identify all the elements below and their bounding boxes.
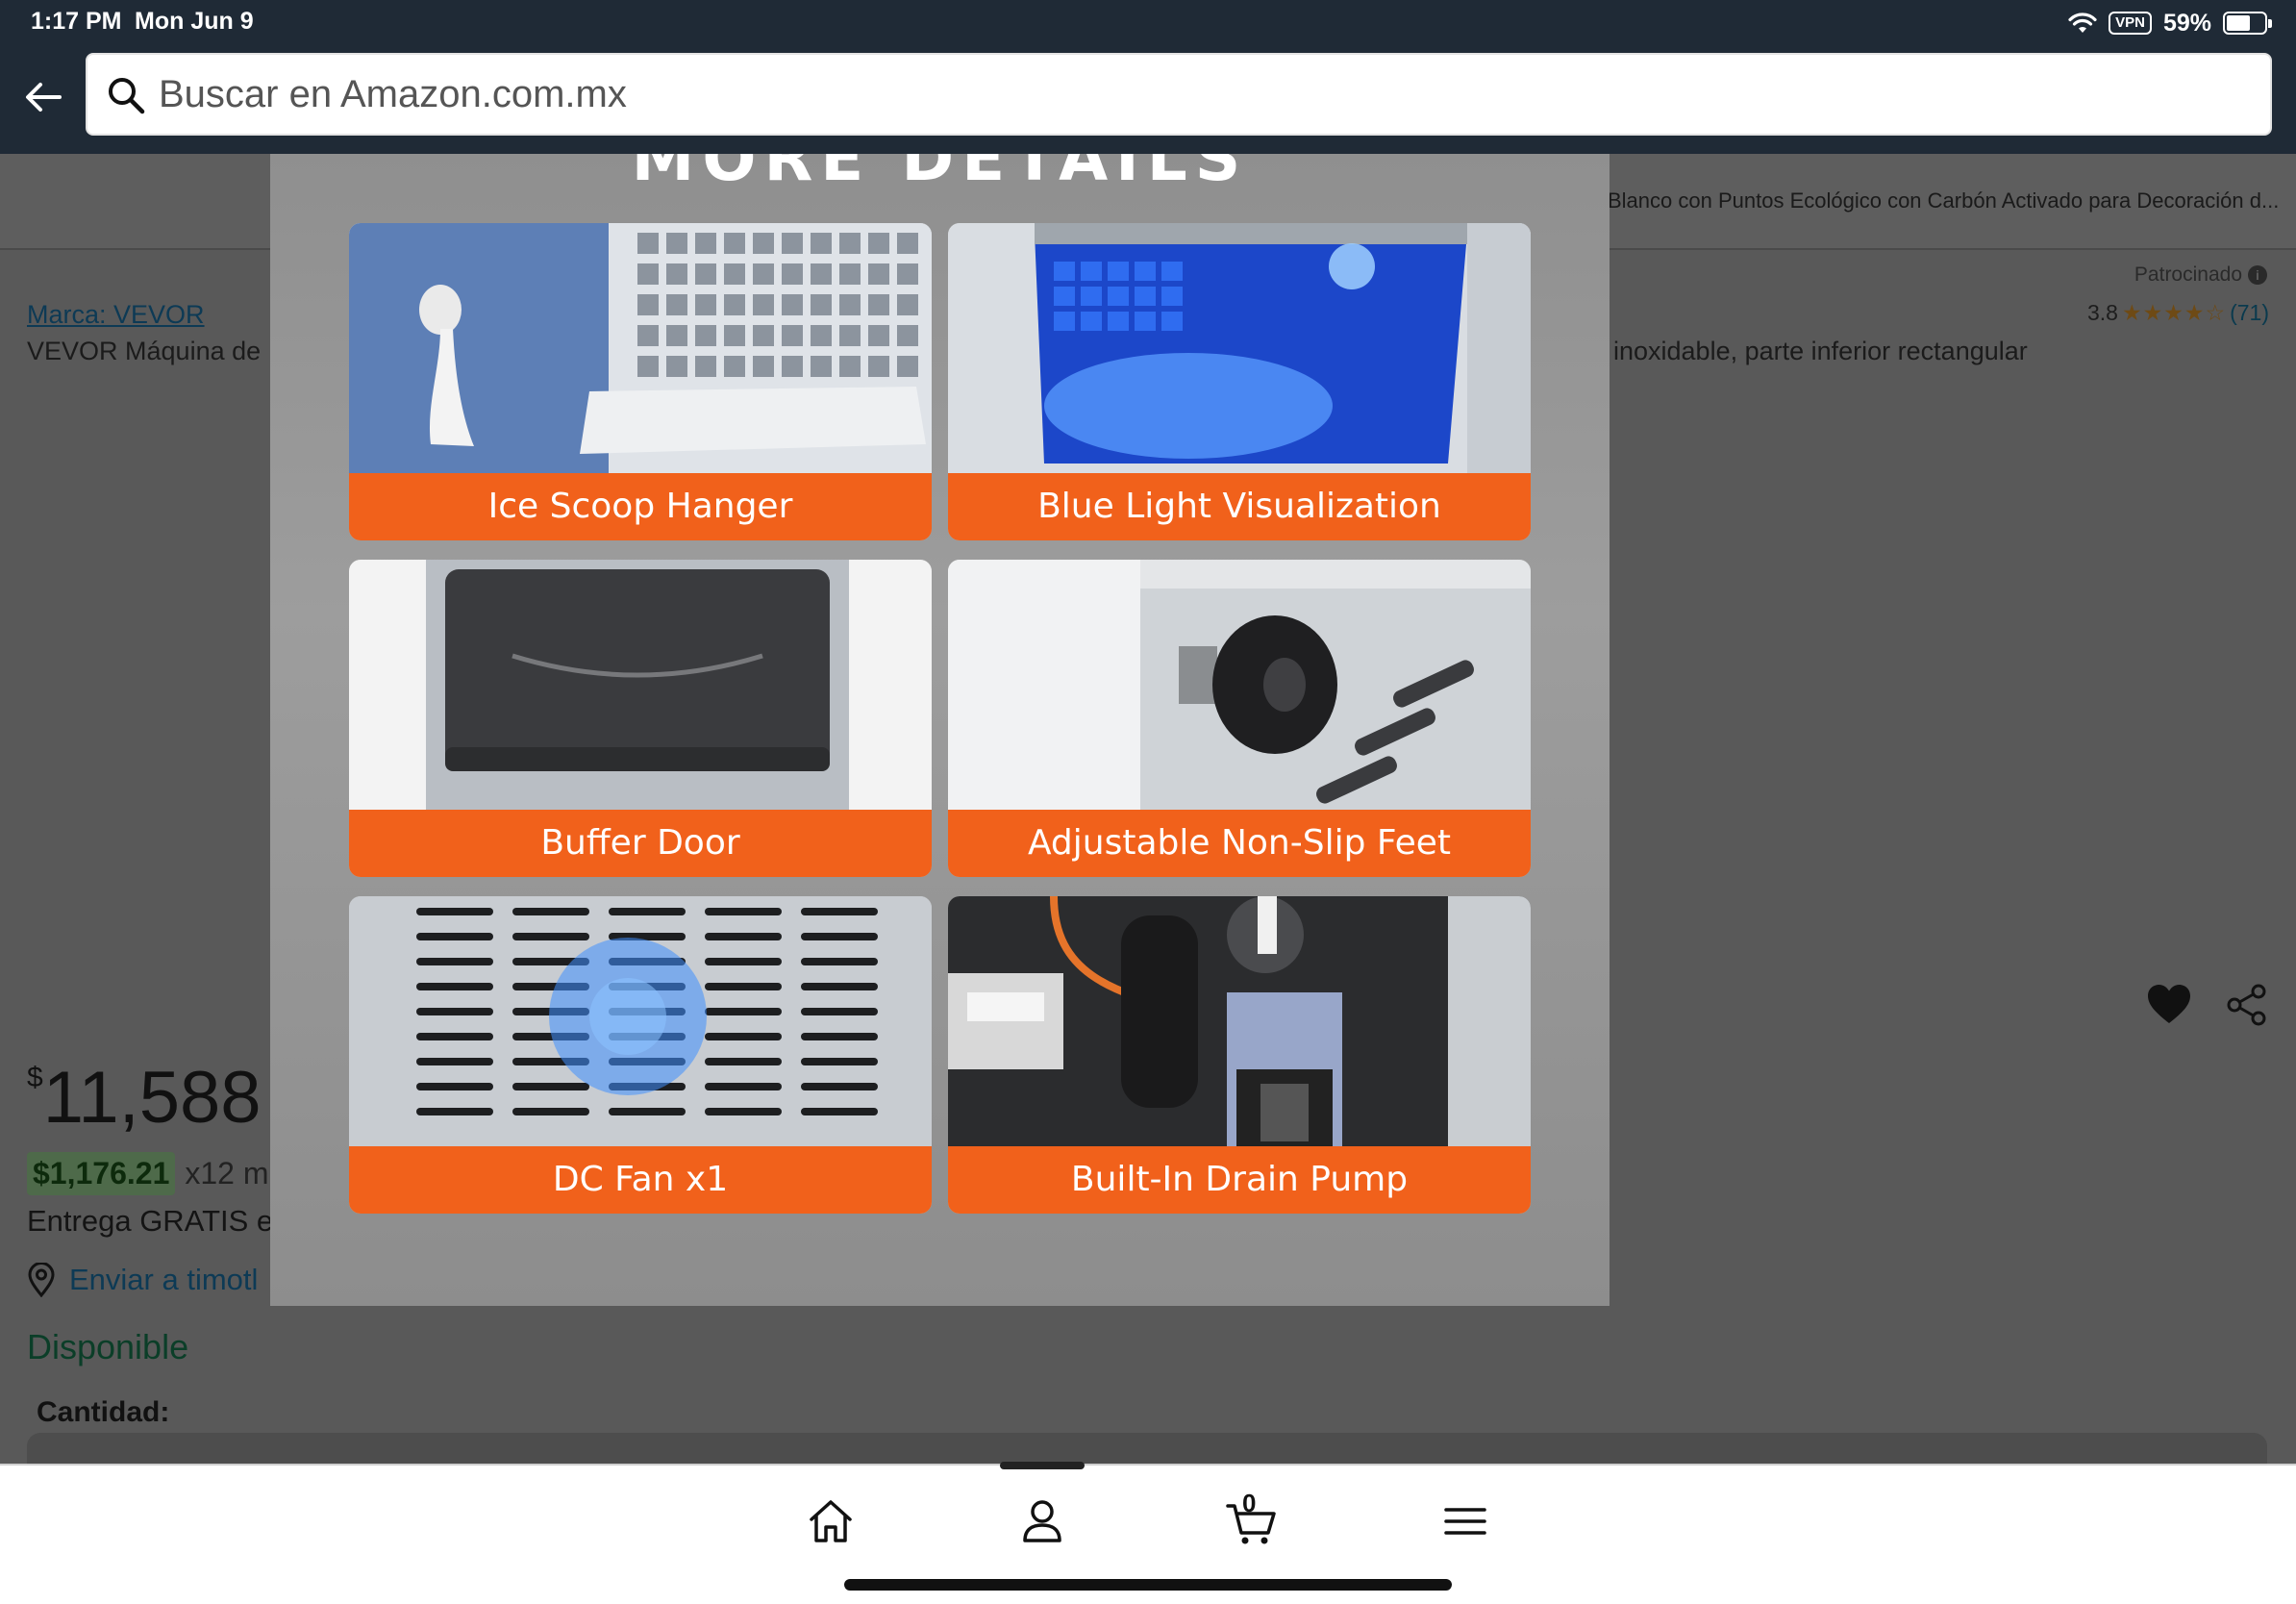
installment-amount: $1,176.21 <box>27 1152 176 1195</box>
heart-icon[interactable] <box>2146 983 2192 1025</box>
tile-label: Blue Light Visualization <box>948 473 1531 540</box>
installment-suffix: x12 m <box>185 1156 269 1190</box>
availability-status: Disponible <box>27 1327 189 1366</box>
home-indicator[interactable] <box>844 1579 1452 1591</box>
brand-link[interactable]: Marca: VEVOR <box>27 300 205 330</box>
feature-tile-ice-scoop-hanger: Ice Scoop Hanger <box>349 223 932 540</box>
rating-value: 3.8 <box>2087 300 2118 325</box>
cart-count: 0 <box>1242 1489 1257 1517</box>
tile-label: Adjustable Non-Slip Feet <box>948 810 1531 877</box>
banner-text[interactable]: Blanco con Puntos Ecológico con Carbón A… <box>1608 188 2279 213</box>
feet-photo <box>948 560 1531 810</box>
ship-to-link[interactable]: Enviar a timotl <box>27 1263 258 1297</box>
info-icon[interactable]: i <box>2248 265 2267 285</box>
tile-label: Ice Scoop Hanger <box>349 473 932 540</box>
quantity-label: Cantidad: <box>37 1396 170 1428</box>
search-bar[interactable] <box>86 53 2272 136</box>
rating-stars: ★★★★☆ <box>2121 300 2227 325</box>
feature-tile-blue-light: Blue Light Visualization <box>948 223 1531 540</box>
sponsored-text: Patrocinado <box>2134 263 2242 286</box>
buffer-door-photo <box>349 560 932 810</box>
share-icon[interactable] <box>2225 983 2269 1027</box>
battery-icon <box>2223 12 2272 35</box>
search-icon <box>109 78 145 114</box>
drain-pump-photo <box>948 896 1531 1146</box>
search-input[interactable] <box>159 55 2226 134</box>
fan-photo <box>349 896 932 1146</box>
feature-tile-dc-fan: DC Fan x1 <box>349 896 932 1214</box>
vpn-badge: VPN <box>2109 12 2152 35</box>
sponsored-label: Patrocinado i <box>2134 263 2267 287</box>
blue-light-photo <box>948 223 1531 473</box>
status-time: 1:17 PM <box>31 8 122 35</box>
status-date: Mon Jun 9 <box>135 8 254 35</box>
tile-label: Buffer Door <box>349 810 932 877</box>
home-icon[interactable] <box>804 1494 858 1548</box>
product-image-modal[interactable]: MORE DETAILS Ice Scoop Hanger Blue Light… <box>270 154 1610 1306</box>
rating-row[interactable]: 3.8 ★★★★☆ (71) <box>2087 300 2269 326</box>
feature-tile-non-slip-feet: Adjustable Non-Slip Feet <box>948 560 1531 877</box>
location-pin-icon <box>28 1263 55 1297</box>
sheet-grabber[interactable] <box>1000 1462 1085 1469</box>
delivery-text: Entrega GRATIS e <box>27 1204 274 1238</box>
back-arrow-icon[interactable] <box>21 75 65 119</box>
battery-percent: 59% <box>2162 9 2211 37</box>
ice-scoop-photo <box>349 223 932 473</box>
feature-tile-buffer-door: Buffer Door <box>349 560 932 877</box>
product-title-start: VEVOR Máquina de <box>27 337 262 365</box>
price: $11,588 <box>27 1056 262 1140</box>
rating-count[interactable]: (71) <box>2230 300 2269 326</box>
feature-tile-drain-pump: Built-In Drain Pump <box>948 896 1531 1214</box>
modal-heading: MORE DETAILS <box>631 154 1249 195</box>
wifi-icon <box>2068 13 2097 33</box>
tile-label: DC Fan x1 <box>349 1146 932 1214</box>
top-header: 1:17 PM Mon Jun 9 VPN 59% <box>0 0 2296 154</box>
account-icon[interactable] <box>1015 1494 1069 1548</box>
bottom-nav: 0 <box>0 1462 2296 1604</box>
menu-icon[interactable] <box>1438 1494 1492 1548</box>
price-amount: 11,588 <box>42 1057 262 1139</box>
tile-label: Built-In Drain Pump <box>948 1146 1531 1214</box>
installment-row: $1,176.21 x12 m <box>27 1152 269 1195</box>
price-currency: $ <box>27 1062 43 1093</box>
product-title-end: inoxidable, parte inferior rectangular <box>1613 337 2028 365</box>
status-indicators: VPN 59% <box>2068 8 2272 38</box>
ship-to-text[interactable]: Enviar a timotl <box>69 1263 258 1297</box>
